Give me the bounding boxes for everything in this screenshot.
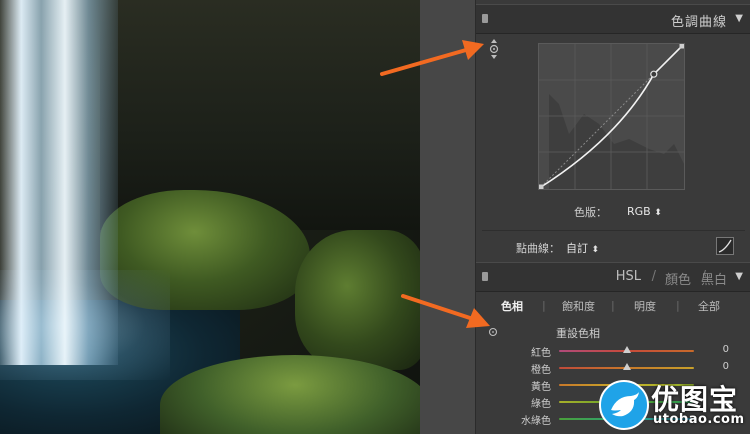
target-adjustment-tool-icon[interactable] [488, 38, 500, 60]
hsl-slider-thumb[interactable] [622, 346, 631, 353]
tab-separator: | [611, 299, 615, 312]
tone-curve-title: 色調曲線 [670, 15, 727, 30]
tab-all[interactable]: 全部 [698, 298, 720, 314]
panel-toggle-icon[interactable] [482, 272, 488, 281]
curve-endpoint[interactable] [679, 43, 685, 49]
hsl-row-label: 橙色 [531, 365, 551, 376]
histogram [549, 94, 684, 189]
channel-value[interactable]: RGB [627, 205, 651, 218]
stepper-icon[interactable]: ⬍ [592, 245, 600, 255]
channel-label: 色版： [574, 206, 607, 219]
hsl-tabs: 色相 | 飽和度 | 明度 | 全部 [476, 290, 750, 318]
hsl-header-color[interactable]: 顏色 [665, 269, 691, 288]
annotation-arrow [380, 40, 484, 76]
tone-curve-header[interactable]: 色調曲線 ▼ [476, 4, 750, 34]
divider [482, 230, 745, 231]
watermark-domain: utobao.com [653, 412, 745, 427]
hsl-header-bw[interactable]: 黑白 [701, 269, 727, 288]
tab-luminance[interactable]: 明度 [634, 298, 656, 314]
channel-select[interactable]: RGB ⬍ [627, 205, 662, 218]
hsl-row-label: 綠色 [531, 399, 551, 410]
tab-separator: | [542, 299, 546, 312]
tab-separator: | [676, 299, 680, 312]
tab-saturation[interactable]: 飽和度 [562, 298, 595, 314]
stepper-icon[interactable]: ⬍ [654, 208, 662, 218]
collapse-triangle-icon[interactable]: ▼ [735, 13, 743, 24]
watermark-logo: 优图宝 utobao.com [593, 374, 750, 434]
reset-hue-label[interactable]: 重設色相 [556, 325, 600, 341]
photo-preview [0, 0, 420, 434]
curve-control-point[interactable] [650, 70, 658, 78]
hsl-row-value[interactable]: 0 [723, 361, 729, 372]
curve-endpoint[interactable] [538, 184, 544, 190]
collapse-triangle-icon[interactable]: ▼ [735, 271, 743, 282]
header-separator: / [651, 269, 656, 284]
hsl-header-hsl[interactable]: HSL [616, 269, 641, 284]
hsl-row-label: 黃色 [531, 382, 551, 393]
point-curve-label: 點曲線： [516, 242, 560, 255]
panel-toggle-icon[interactable] [482, 14, 488, 23]
edit-point-curve-icon[interactable] [716, 237, 734, 255]
develop-panel: 色調曲線 ▼ 色版： RGB ⬍ 點曲線： 自訂 ⬍ HSL / 顏色 / 黑白… [475, 0, 750, 434]
curve-canvas[interactable] [538, 43, 685, 190]
bird-logo-icon [599, 380, 649, 430]
waterfall [0, 0, 118, 365]
point-curve-value[interactable]: 自訂 [566, 242, 588, 255]
tab-hue[interactable]: 色相 [501, 298, 523, 314]
hsl-slider-thumb[interactable] [622, 363, 631, 370]
hsl-row-label: 水綠色 [521, 416, 551, 427]
hsl-row-value[interactable]: 0 [723, 344, 729, 355]
tone-curve-graph[interactable] [538, 43, 685, 190]
hsl-header[interactable]: HSL / 顏色 / 黑白 ▼ [476, 262, 750, 292]
annotation-arrow [401, 294, 490, 328]
hsl-row: 紅色 0 [476, 342, 750, 360]
point-curve-select[interactable]: 自訂 ⬍ [566, 240, 599, 256]
hsl-row-label: 紅色 [531, 348, 551, 359]
